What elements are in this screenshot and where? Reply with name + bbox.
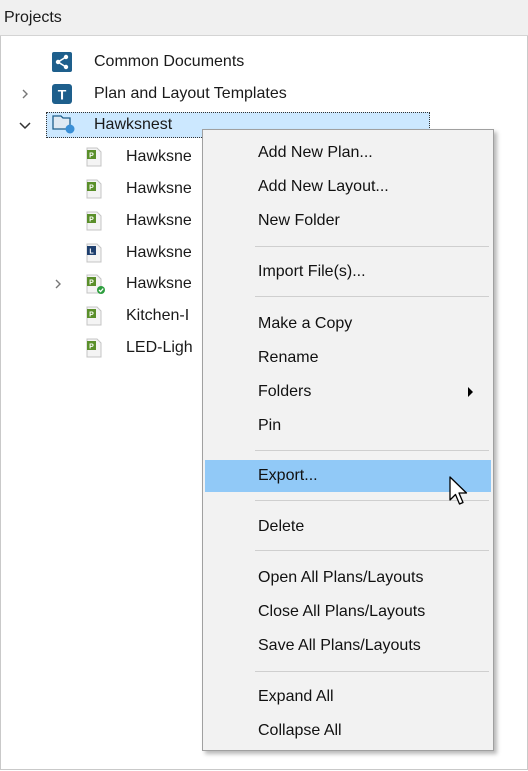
menu-item-folders[interactable]: Folders <box>205 376 491 408</box>
tree-item-label: LED-Ligh <box>126 339 193 356</box>
panel-title: Projects <box>0 0 528 36</box>
menu-item-pin[interactable]: Pin <box>205 410 491 442</box>
project-folder-icon <box>52 114 76 134</box>
menu-separator <box>255 296 489 297</box>
menu-separator <box>255 671 489 672</box>
layout-file-icon: L <box>84 243 104 263</box>
tree-item-plan[interactable]: P Kitchen-I <box>0 302 210 330</box>
chevron-right-icon <box>468 387 473 397</box>
menu-item-collapse-all[interactable]: Collapse All <box>205 715 491 747</box>
svg-text:L: L <box>89 249 94 256</box>
tree-item-label: Hawksnest <box>94 116 173 133</box>
menu-separator <box>255 450 489 451</box>
tree-item-layout[interactable]: L Hawksne <box>0 239 210 267</box>
tree-item-plan-group[interactable]: P Hawksne <box>0 270 210 298</box>
menu-item-import-files[interactable]: Import File(s)... <box>205 256 491 288</box>
context-menu: Add New Plan... Add New Layout... New Fo… <box>202 129 494 751</box>
tree-item-common-documents[interactable]: Common Documents <box>0 48 528 76</box>
svg-text:P: P <box>89 185 94 192</box>
menu-item-add-new-layout[interactable]: Add New Layout... <box>205 171 491 203</box>
tree-item-label: Kitchen-I <box>126 307 190 324</box>
menu-item-label: Folders <box>258 383 312 400</box>
plan-file-icon: P <box>84 147 104 167</box>
tree-item-plan[interactable]: P Hawksne <box>0 207 210 235</box>
chevron-right-icon[interactable] <box>51 277 65 291</box>
menu-separator <box>255 550 489 551</box>
menu-item-rename[interactable]: Rename <box>205 342 491 374</box>
tree-item-label: Hawksne <box>126 148 192 165</box>
plan-file-icon: P <box>84 306 104 326</box>
tree-item-templates[interactable]: T Plan and Layout Templates <box>0 80 528 108</box>
plan-file-icon: P <box>84 179 104 199</box>
menu-item-delete[interactable]: Delete <box>205 511 491 543</box>
tree-item-label: Hawksne <box>126 244 192 261</box>
menu-item-add-new-plan[interactable]: Add New Plan... <box>205 137 491 169</box>
tree-item-label: Hawksne <box>126 275 192 292</box>
share-icon <box>52 52 72 72</box>
menu-item-make-copy[interactable]: Make a Copy <box>205 308 491 340</box>
plan-file-checked-icon: P <box>84 274 108 294</box>
mouse-cursor-icon <box>449 476 471 508</box>
plan-file-icon: P <box>84 211 104 231</box>
svg-text:P: P <box>89 280 94 287</box>
tree-item-label: Plan and Layout Templates <box>94 85 287 102</box>
tree-item-label: Hawksne <box>126 212 192 229</box>
chevron-down-icon[interactable] <box>18 118 32 132</box>
template-t-icon: T <box>52 84 72 104</box>
menu-item-open-all[interactable]: Open All Plans/Layouts <box>205 562 491 594</box>
svg-text:T: T <box>58 87 67 103</box>
svg-text:P: P <box>89 217 94 224</box>
tree-item-plan[interactable]: P Hawksne <box>0 175 210 203</box>
tree-item-label: Common Documents <box>94 53 245 70</box>
tree-item-label: Hawksne <box>126 180 192 197</box>
menu-separator <box>255 246 489 247</box>
tree-item-plan[interactable]: P LED-Ligh <box>0 334 210 362</box>
chevron-right-icon[interactable] <box>18 87 32 101</box>
menu-item-close-all[interactable]: Close All Plans/Layouts <box>205 596 491 628</box>
menu-item-expand-all[interactable]: Expand All <box>205 681 491 713</box>
tree-item-plan[interactable]: P Hawksne <box>0 143 210 171</box>
menu-item-save-all[interactable]: Save All Plans/Layouts <box>205 630 491 662</box>
svg-text:P: P <box>89 153 94 160</box>
svg-text:P: P <box>89 312 94 319</box>
plan-file-icon: P <box>84 338 104 358</box>
svg-text:P: P <box>89 344 94 351</box>
menu-item-new-folder[interactable]: New Folder <box>205 205 491 237</box>
